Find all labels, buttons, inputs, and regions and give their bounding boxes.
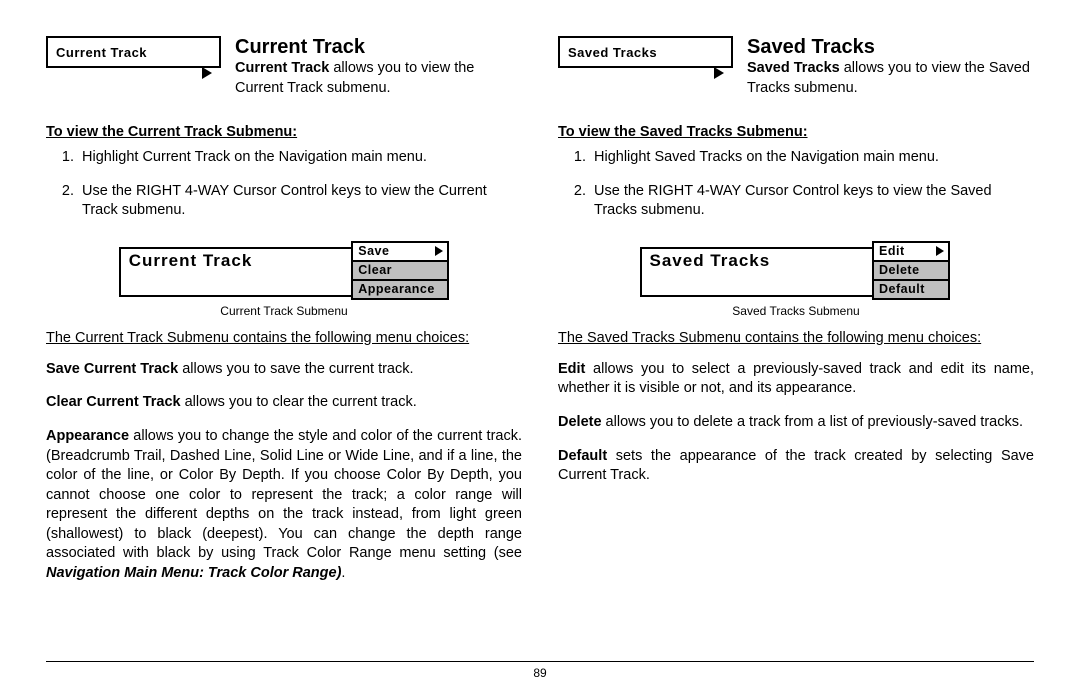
left-top-row: Current Track Current Track Current Trac…: [46, 36, 522, 98]
submenu-side-list: Edit Delete Default: [875, 241, 953, 300]
submenu-item-label: Clear: [358, 263, 392, 277]
right-arrow-icon: [435, 246, 443, 256]
choice-bold: Default: [558, 448, 607, 464]
menu-choices-heading: The Saved Tracks Submenu contains the fo…: [558, 330, 1034, 346]
choice-delete: Delete allows you to delete a track from…: [558, 413, 1034, 433]
choice-text: allows you to delete a track from a list…: [602, 414, 1023, 430]
submenu-item-label: Edit: [879, 244, 905, 258]
left-column: Current Track Current Track Current Trac…: [46, 36, 522, 646]
procedure-heading: To view the Saved Tracks Submenu:: [558, 124, 1034, 140]
choice-save: Save Current Track allows you to save th…: [46, 360, 522, 380]
intro-text: Saved Tracks allows you to view the Save…: [747, 59, 1034, 98]
figure-caption: Saved Tracks Submenu: [558, 304, 1034, 318]
choice-text: allows you to select a previously-saved …: [558, 361, 1034, 397]
choice-edit: Edit allows you to select a previously-s…: [558, 360, 1034, 399]
submenu-figure: Current Track Save Clear Appearance: [46, 241, 522, 300]
submenu-item-appearance: Appearance: [351, 279, 449, 300]
submenu-item-label: Default: [879, 282, 925, 296]
right-arrow-icon: [714, 67, 724, 79]
submenu-item-label: Delete: [879, 263, 920, 277]
choice-end: .: [341, 565, 345, 581]
submenu-main-box: Saved Tracks: [640, 247, 875, 297]
section-heading: Current Track: [235, 36, 522, 59]
step-item: Highlight Current Track on the Navigatio…: [78, 148, 522, 168]
procedure-steps: Highlight Current Track on the Navigatio…: [46, 148, 522, 235]
procedure-steps: Highlight Saved Tracks on the Navigation…: [558, 148, 1034, 235]
submenu-figure: Saved Tracks Edit Delete Default: [558, 241, 1034, 300]
choice-text: sets the appearance of the track created…: [558, 448, 1034, 484]
right-column: Saved Tracks Saved Tracks Saved Tracks a…: [558, 36, 1034, 646]
right-arrow-icon: [202, 67, 212, 79]
submenu-item-delete: Delete: [872, 260, 950, 281]
right-top-row: Saved Tracks Saved Tracks Saved Tracks a…: [558, 36, 1034, 98]
submenu-main-box: Current Track: [119, 247, 354, 297]
menu-choices-heading: The Current Track Submenu contains the f…: [46, 330, 522, 346]
submenu-item-edit: Edit: [872, 241, 950, 262]
choice-italic-ref: Navigation Main Menu: Track Color Range): [46, 565, 341, 581]
submenu-side-list: Save Clear Appearance: [354, 241, 450, 300]
choice-bold: Edit: [558, 361, 585, 377]
submenu-item-label: Appearance: [358, 282, 435, 296]
submenu-wrap: Current Track Save Clear Appearance: [119, 241, 450, 300]
step-item: Use the RIGHT 4-WAY Cursor Control keys …: [78, 182, 522, 221]
page-columns: Current Track Current Track Current Trac…: [46, 36, 1034, 646]
section-heading: Saved Tracks: [747, 36, 1034, 59]
choice-text: allows you to clear the current track.: [181, 394, 417, 410]
procedure-heading: To view the Current Track Submenu:: [46, 124, 522, 140]
choice-text: allows you to change the style and color…: [46, 428, 522, 561]
menu-button-label: Saved Tracks: [568, 45, 657, 60]
choice-bold: Clear Current Track: [46, 394, 181, 410]
submenu-item-clear: Clear: [351, 260, 449, 281]
submenu-item-label: Save: [358, 244, 389, 258]
page-number: 89: [0, 666, 1080, 680]
left-heading-block: Current Track Current Track allows you t…: [235, 36, 522, 98]
choice-default: Default sets the appearance of the track…: [558, 447, 1034, 486]
right-heading-block: Saved Tracks Saved Tracks allows you to …: [747, 36, 1034, 98]
step-item: Highlight Saved Tracks on the Navigation…: [590, 148, 1034, 168]
choice-bold: Delete: [558, 414, 602, 430]
choice-bold: Save Current Track: [46, 361, 178, 377]
intro-bold: Saved Tracks: [747, 60, 840, 76]
submenu-item-save: Save: [351, 241, 449, 262]
submenu-item-default: Default: [872, 279, 950, 300]
step-item: Use the RIGHT 4-WAY Cursor Control keys …: [590, 182, 1034, 221]
footer-rule: [46, 661, 1034, 662]
menu-button-label: Current Track: [56, 45, 147, 60]
choice-text: allows you to save the current track.: [178, 361, 413, 377]
right-arrow-icon: [936, 246, 944, 256]
submenu-wrap: Saved Tracks Edit Delete Default: [640, 241, 953, 300]
saved-tracks-menu-button: Saved Tracks: [558, 36, 733, 68]
choice-clear: Clear Current Track allows you to clear …: [46, 393, 522, 413]
choice-appearance: Appearance allows you to change the styl…: [46, 427, 522, 584]
figure-caption: Current Track Submenu: [46, 304, 522, 318]
choice-bold: Appearance: [46, 428, 129, 444]
intro-bold: Current Track: [235, 60, 329, 76]
intro-text: Current Track allows you to view the Cur…: [235, 59, 522, 98]
current-track-menu-button: Current Track: [46, 36, 221, 68]
